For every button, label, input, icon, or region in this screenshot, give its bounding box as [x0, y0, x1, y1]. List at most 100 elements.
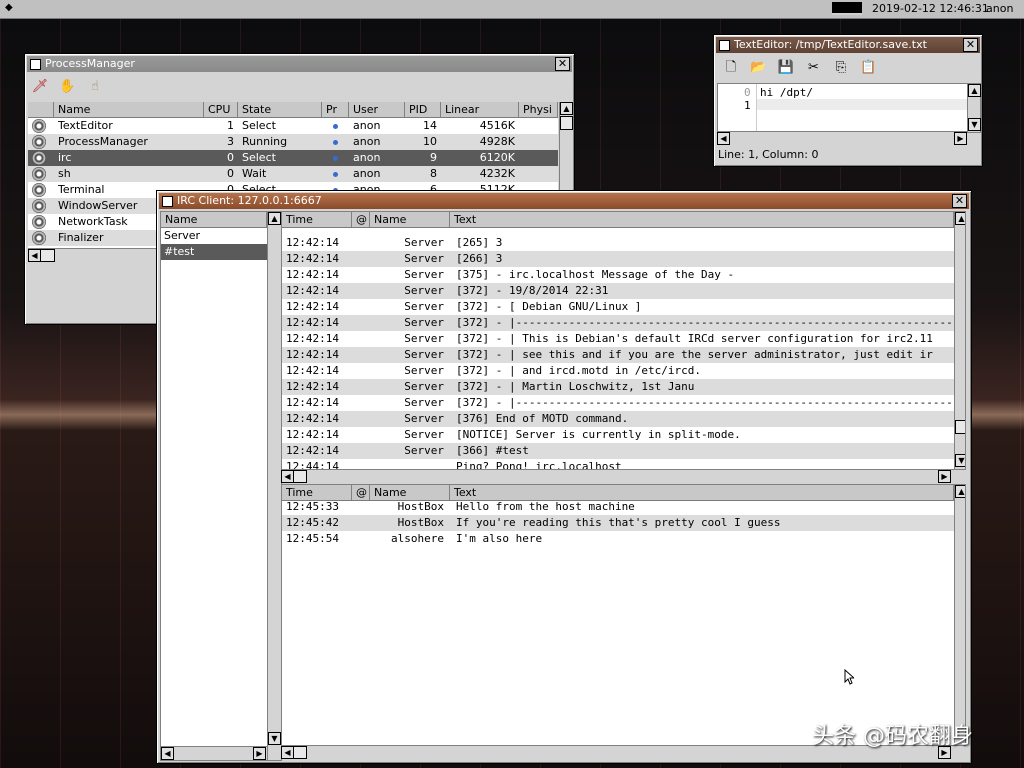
col-state[interactable]: State [238, 102, 322, 117]
process-row[interactable]: ProcessManager 3 Running anon 10 4928K [28, 134, 558, 150]
col-text[interactable]: Text [450, 212, 954, 227]
process-row[interactable]: TextEditor 1 Select anon 14 4516K [28, 118, 558, 134]
process-pid: 9 [430, 151, 437, 164]
message-row[interactable]: 12:45:42 HostBox If you're reading this th… [282, 515, 954, 531]
col-user[interactable]: User [349, 102, 405, 117]
new-file-icon[interactable]: 🗋 [722, 59, 740, 77]
editor-text-area[interactable]: 0 1 hi /dpt/ ▲ ▼ [717, 83, 981, 133]
scroll-up-icon[interactable]: ▲ [955, 485, 965, 498]
channel-item[interactable]: Server [161, 228, 270, 244]
message-text: [372] - | Martin Loschwitz, 1st Janu [456, 380, 695, 393]
scroll-thumb[interactable] [955, 420, 965, 434]
paste-icon[interactable]: 📋 [860, 59, 878, 77]
process-icon [32, 231, 46, 245]
pm-hscroll[interactable]: ◀ [28, 248, 160, 262]
process-row[interactable]: sh 0 Wait anon 8 4232K [28, 166, 558, 182]
col-channel-name[interactable]: Name [161, 212, 267, 227]
col-icon [28, 102, 54, 117]
col-op[interactable]: @ [352, 212, 370, 227]
text-editor-window[interactable]: TextEditor: /tmp/TextEditor.save.txt ✕ 🗋… [713, 34, 983, 167]
message-sender: Server [404, 396, 444, 409]
editor-hscroll[interactable]: ◀ ▶ [717, 131, 967, 145]
col-cpu[interactable]: CPU [204, 102, 238, 117]
message-row[interactable]: 12:42:14 Server [372] - | and ircd.motd in… [282, 363, 954, 379]
message-text: [366] #test [456, 444, 529, 457]
copy-icon[interactable]: ⎘ [832, 59, 850, 77]
channel-msg-vscroll[interactable]: ▲ [954, 485, 965, 745]
close-button[interactable]: ✕ [555, 57, 570, 71]
scroll-right-icon[interactable]: ▶ [954, 132, 967, 145]
message-row[interactable]: 12:42:14 Server [372] - 19/8/2014 22:31 [282, 283, 954, 299]
message-row[interactable]: 12:42:14 Server [372] - |-----------------… [282, 315, 965, 331]
message-row[interactable]: 12:45:54 alsohere I'm also here [282, 531, 954, 547]
irc-titlebar[interactable]: IRC Client: 127.0.0.1:6667 ✕ [159, 193, 969, 209]
scroll-down-icon[interactable]: ▼ [955, 454, 965, 467]
message-row[interactable]: 12:42:14 Server [372] - | Martin Loschwitz… [282, 379, 954, 395]
scroll-thumb[interactable] [293, 470, 307, 483]
message-sender: Server [404, 364, 444, 377]
col-name[interactable]: Name [370, 485, 450, 500]
system-menu-icon[interactable]: ◆ [5, 2, 17, 14]
open-file-icon[interactable]: 📂 [750, 59, 768, 77]
message-time: 12:42:14 [286, 428, 339, 441]
text-editor-titlebar[interactable]: TextEditor: /tmp/TextEditor.save.txt ✕ [716, 37, 980, 53]
message-row[interactable]: 12:42:14 Server [366] #test [282, 443, 954, 459]
process-user: anon [353, 151, 381, 164]
scroll-down-icon[interactable]: ▼ [268, 732, 281, 745]
message-row[interactable]: 12:42:14 Server [372] - | This is Debian's… [282, 331, 954, 347]
continue-icon[interactable]: ☝ [86, 78, 104, 96]
channel-hscroll[interactable]: ◀ ▶ [161, 746, 267, 760]
server-vscroll[interactable]: ▲ ▼ [954, 212, 965, 469]
col-text[interactable]: Text [450, 485, 954, 500]
scroll-left-icon[interactable]: ◀ [161, 747, 174, 760]
message-row[interactable]: 12:42:14 Server [372] - [ Debian GNU/Linux… [282, 299, 954, 315]
scroll-right-icon[interactable]: ▶ [938, 470, 951, 483]
scroll-up-icon[interactable]: ▲ [268, 212, 281, 225]
process-row[interactable]: irc 0 Select anon 9 6120K [28, 150, 558, 166]
scroll-thumb[interactable] [293, 746, 307, 759]
message-row[interactable]: 12:42:14 Server [266] 3 [282, 251, 954, 267]
message-row[interactable]: 12:42:14 Server [NOTICE] Server is current… [282, 427, 954, 443]
process-cpu: 3 [227, 135, 234, 148]
kill-icon[interactable]: 🗡 [31, 78, 49, 96]
scroll-down-icon[interactable]: ▼ [968, 118, 981, 131]
priority-dot-icon [333, 156, 338, 161]
col-time[interactable]: Time [282, 212, 352, 227]
message-row[interactable]: 12:42:14 Server [375] - irc.localhost Mess… [282, 267, 954, 283]
pm-toolbar: 🗡 ✋ ☝ [31, 78, 110, 100]
message-row[interactable]: 12:42:14 Server [372] - | see this and if … [282, 347, 954, 363]
save-icon[interactable]: 💾 [777, 59, 795, 77]
scroll-thumb[interactable] [40, 249, 55, 262]
scroll-right-icon[interactable]: ▶ [253, 747, 266, 760]
editor-vscroll[interactable]: ▲ ▼ [967, 84, 981, 132]
scroll-up-icon[interactable]: ▲ [955, 212, 965, 225]
message-text: [265] 3 [456, 236, 503, 249]
message-row[interactable]: 12:42:14 Server [265] 3 [282, 235, 954, 251]
cut-icon[interactable]: ✂ [805, 59, 823, 77]
close-button[interactable]: ✕ [952, 194, 967, 208]
channel-vscroll[interactable]: ▲ ▼ [267, 212, 281, 760]
channel-item[interactable]: #test [161, 244, 270, 260]
scroll-thumb[interactable] [560, 116, 573, 130]
scroll-up-icon[interactable]: ▲ [968, 84, 981, 97]
col-time[interactable]: Time [282, 485, 352, 500]
col-linear[interactable]: Linear [441, 102, 519, 117]
editor-line[interactable]: hi /dpt/ [760, 86, 813, 99]
scroll-up-icon[interactable]: ▲ [560, 102, 573, 115]
server-hscroll[interactable]: ◀ ▶ [281, 469, 953, 483]
col-physical[interactable]: Physi [519, 102, 558, 117]
close-button[interactable]: ✕ [963, 38, 978, 52]
message-row[interactable]: 12:45:33 HostBox Hello from the host machi… [282, 499, 954, 515]
process-manager-titlebar[interactable]: ProcessManager ✕ [27, 56, 572, 72]
col-name[interactable]: Name [370, 212, 450, 227]
scroll-left-icon[interactable]: ◀ [717, 132, 730, 145]
stop-icon[interactable]: ✋ [59, 78, 77, 96]
message-row[interactable]: 12:42:14 Server [372] - |-----------------… [282, 395, 965, 411]
message-time: 12:42:14 [286, 300, 339, 313]
process-state: Running [242, 135, 288, 148]
col-pid[interactable]: PID [405, 102, 441, 117]
col-name[interactable]: Name [54, 102, 204, 117]
col-op[interactable]: @ [352, 485, 370, 500]
col-priority[interactable]: Pr [322, 102, 349, 117]
message-row[interactable]: 12:42:14 Server [376] End of MOTD command. [282, 411, 954, 427]
